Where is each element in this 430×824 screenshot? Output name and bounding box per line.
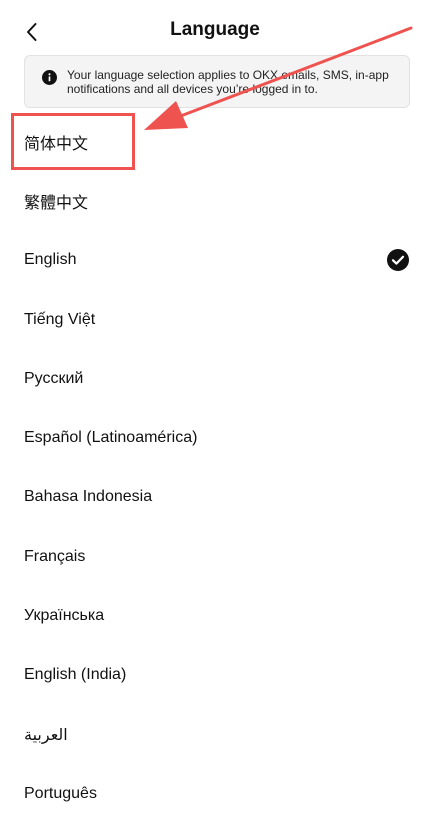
language-label: 简体中文 (24, 135, 89, 153)
language-option-ukrainian[interactable]: Українська (0, 586, 430, 645)
language-label: Bahasa Indonesia (24, 488, 153, 506)
language-label: Français (24, 547, 86, 565)
notice-text: Your language selection applies to OKX e… (67, 68, 389, 96)
language-notice: Your language selection applies to OKX e… (24, 55, 410, 108)
info-icon (42, 70, 57, 85)
language-label: Español (Latinoamérica) (24, 429, 198, 447)
language-label: 繁體中文 (24, 194, 89, 212)
language-label: English (24, 251, 77, 269)
check-circle-icon (387, 249, 409, 272)
language-option-indonesian[interactable]: Bahasa Indonesia (0, 468, 430, 527)
language-label: English (India) (24, 666, 127, 684)
language-option-arabic[interactable]: العربية (0, 705, 430, 764)
page-title: Language (170, 19, 260, 40)
language-option-portuguese[interactable]: Português (0, 764, 430, 823)
language-label: Русский (24, 369, 84, 387)
language-option-english[interactable]: English (0, 231, 430, 290)
language-label: Українська (24, 607, 105, 625)
header: Language (0, 0, 430, 62)
language-label: Português (24, 784, 97, 802)
language-option-simplified-chinese[interactable]: 简体中文 (0, 112, 430, 171)
language-option-french[interactable]: Français (0, 527, 430, 586)
language-list: 简体中文 繁體中文 English Tiếng Việt Русский Esp… (0, 112, 430, 824)
language-option-vietnamese[interactable]: Tiếng Việt (0, 290, 430, 349)
language-label: العربية (24, 726, 68, 744)
language-option-russian[interactable]: Русский (0, 349, 430, 408)
language-option-traditional-chinese[interactable]: 繁體中文 (0, 171, 430, 230)
language-label: Tiếng Việt (24, 310, 96, 328)
language-option-english-india[interactable]: English (India) (0, 646, 430, 705)
language-option-spanish-latam[interactable]: Español (Latinoamérica) (0, 408, 430, 467)
